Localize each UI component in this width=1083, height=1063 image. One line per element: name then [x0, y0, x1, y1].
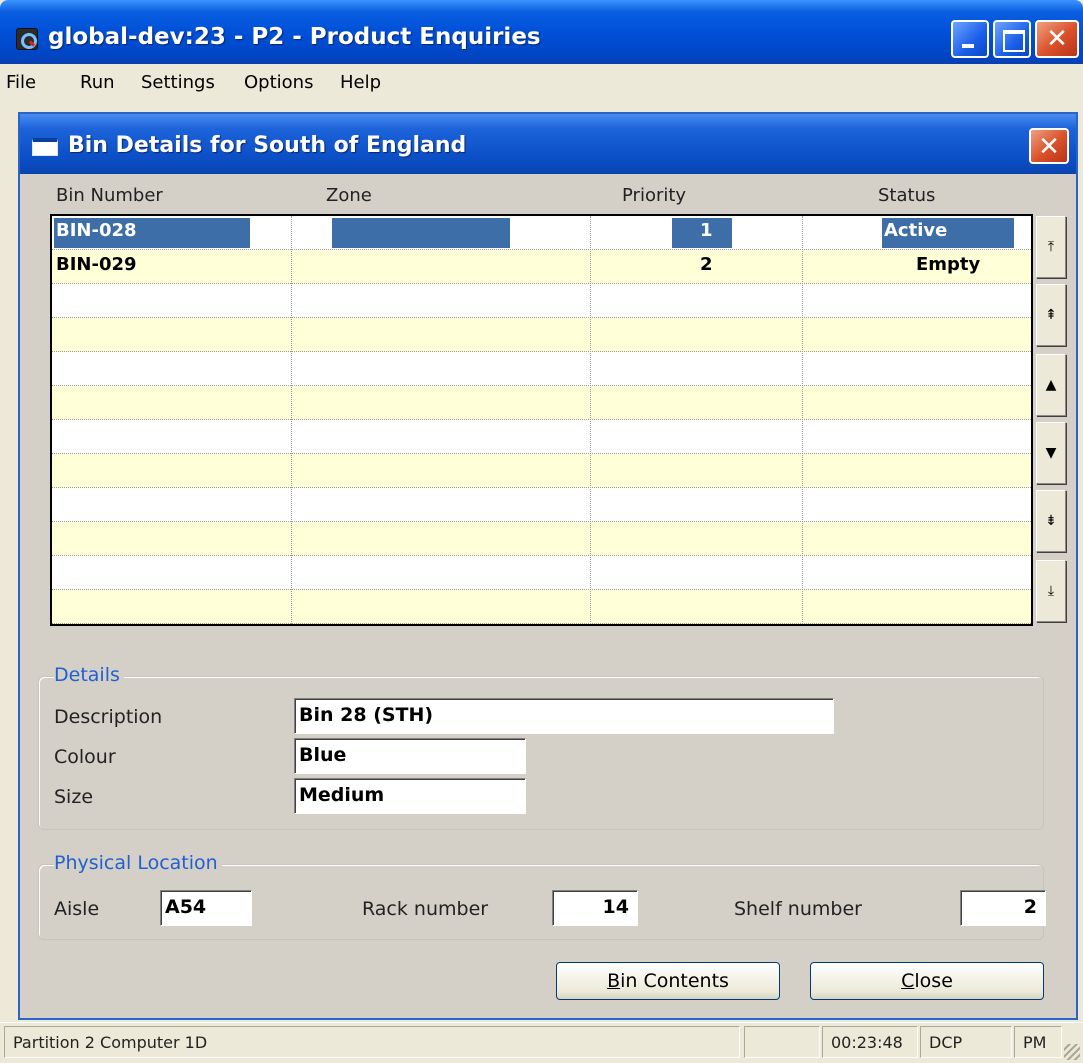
scroll-bottom-button[interactable]: ⤓ [1036, 560, 1066, 622]
close-icon: ✕ [1038, 132, 1060, 162]
column-divider [802, 216, 803, 624]
scroll-top-icon: ⤒ [1047, 239, 1055, 255]
scroll-down-button[interactable]: ▼ [1036, 422, 1066, 484]
status-period: PM [1014, 1026, 1062, 1058]
maximize-button[interactable] [993, 20, 1031, 58]
table-row[interactable] [52, 318, 1031, 352]
table-row[interactable] [52, 488, 1031, 522]
table-row[interactable]: BIN-028 1 Active [52, 216, 1031, 250]
bins-grid[interactable]: BIN-028 1 Active BIN-029 2 Empty [50, 214, 1033, 626]
dialog-title: Bin Details for South of England [68, 133, 467, 158]
table-row[interactable] [52, 556, 1031, 590]
table-row[interactable] [52, 284, 1031, 318]
window-icon [32, 138, 58, 156]
table-row[interactable] [52, 386, 1031, 420]
cell-status[interactable]: Active [884, 220, 947, 241]
status-mode: DCP [920, 1026, 1012, 1058]
close-icon: ✕ [1046, 24, 1068, 54]
close-button[interactable]: Close [810, 962, 1044, 1000]
cell-status[interactable]: Empty [916, 254, 980, 275]
bin-contents-button[interactable]: Bin Contents [556, 962, 780, 1000]
colour-field[interactable]: Blue [294, 738, 526, 774]
scroll-page-down-button[interactable]: ⇟ [1036, 490, 1066, 552]
aisle-field[interactable]: A54 [160, 890, 252, 926]
status-partition: Partition 2 Computer 1D [4, 1026, 740, 1058]
cell-priority[interactable]: 2 [700, 254, 713, 275]
column-header-priority[interactable]: Priority [622, 185, 686, 206]
page-down-icon: ⇟ [1045, 513, 1057, 529]
aisle-label: Aisle [54, 898, 100, 920]
selection-highlight [332, 218, 510, 248]
menu-run[interactable]: Run [80, 72, 115, 93]
arrow-down-icon: ▼ [1045, 445, 1057, 461]
dialog-close-button[interactable]: ✕ [1029, 128, 1069, 164]
app-icon[interactable] [16, 28, 38, 50]
menu-options[interactable]: Options [244, 72, 313, 93]
rack-number-label: Rack number [362, 898, 489, 920]
table-row[interactable] [52, 420, 1031, 454]
cell-bin-number[interactable]: BIN-028 [56, 220, 137, 241]
table-row[interactable]: BIN-029 2 Empty [52, 250, 1031, 284]
table-row[interactable] [52, 352, 1031, 386]
arrow-up-icon: ▲ [1045, 377, 1057, 393]
column-divider [590, 216, 591, 624]
menu-help[interactable]: Help [340, 72, 381, 93]
menu-file[interactable]: File [6, 72, 36, 93]
status-empty-pane [744, 1026, 820, 1058]
table-row[interactable] [52, 454, 1031, 488]
cell-priority[interactable]: 1 [700, 220, 713, 241]
size-label: Size [54, 786, 94, 808]
shelf-number-label: Shelf number [734, 898, 862, 920]
window-title: global-dev:23 - P2 - Product Enquiries [48, 24, 541, 50]
table-row[interactable] [52, 522, 1031, 556]
details-group-label: Details [54, 664, 124, 686]
column-header-status[interactable]: Status [878, 185, 935, 206]
rack-number-field[interactable]: 14 [552, 890, 638, 926]
description-field[interactable]: Bin 28 (STH) [294, 698, 834, 734]
scroll-top-button[interactable]: ⤒ [1036, 216, 1066, 278]
scroll-up-button[interactable]: ▲ [1036, 354, 1066, 416]
scroll-bottom-icon: ⤓ [1047, 583, 1055, 599]
shelf-number-field[interactable]: 2 [960, 890, 1046, 926]
window-close-button[interactable]: ✕ [1035, 20, 1079, 58]
column-header-zone[interactable]: Zone [326, 185, 372, 206]
menu-settings[interactable]: Settings [141, 72, 215, 93]
column-divider [291, 216, 292, 624]
table-row[interactable] [52, 590, 1031, 624]
scroll-page-up-button[interactable]: ⇞ [1036, 284, 1066, 346]
physical-location-group-label: Physical Location [54, 852, 222, 874]
cell-bin-number[interactable]: BIN-029 [56, 254, 137, 275]
minimize-button[interactable] [951, 20, 989, 58]
colour-label: Colour [54, 746, 116, 768]
column-header-bin-number[interactable]: Bin Number [56, 185, 163, 206]
size-field[interactable]: Medium [294, 778, 526, 814]
description-label: Description [54, 706, 163, 728]
resize-grip-icon[interactable] [1064, 1044, 1080, 1060]
page-up-icon: ⇞ [1045, 307, 1057, 323]
status-time: 00:23:48 [822, 1026, 918, 1058]
